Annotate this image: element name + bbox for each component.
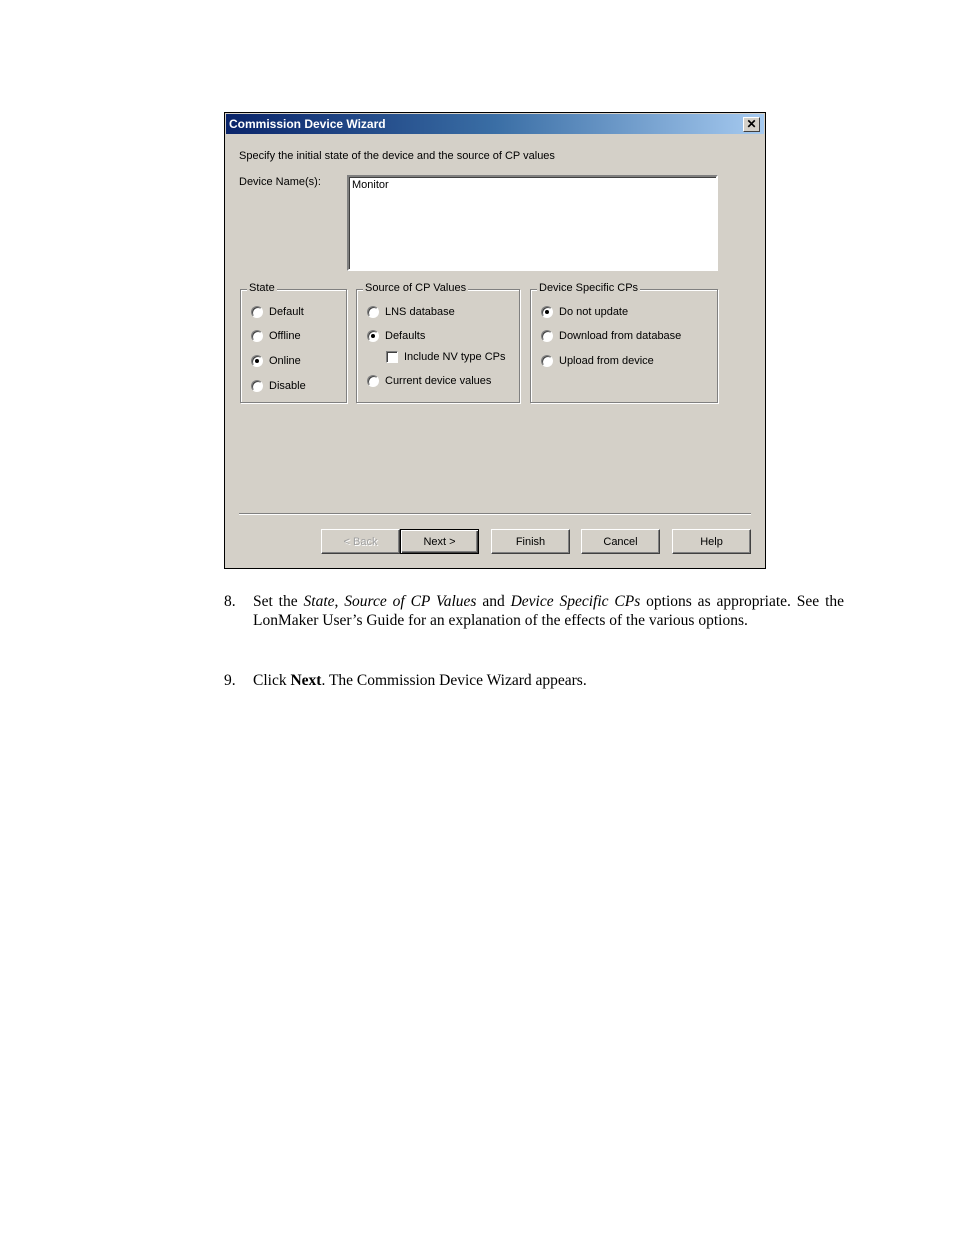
radio-label: Disable <box>269 380 306 392</box>
radio-icon <box>541 330 553 342</box>
state-disable-radio[interactable]: Disable <box>251 380 306 392</box>
checkbox-icon <box>386 351 398 363</box>
state-default-radio[interactable]: Default <box>251 306 304 318</box>
radio-label: Offline <box>269 330 301 342</box>
radio-label: Online <box>269 355 301 367</box>
source-lns-database-radio[interactable]: LNS database <box>367 306 455 318</box>
device-cps-download-radio[interactable]: Download from database <box>541 330 681 342</box>
radio-label: Download from database <box>559 330 682 342</box>
radio-label: Default <box>269 306 304 318</box>
step-text: Click Next. The Commission Device Wizard… <box>253 672 587 689</box>
step-number: 9. <box>224 672 236 689</box>
include-nv-type-cps-checkbox[interactable]: Include NV type CPs <box>386 351 506 363</box>
radio-icon <box>367 306 379 318</box>
back-button[interactable]: < Back <box>321 529 400 554</box>
help-button[interactable]: Help <box>672 529 751 554</box>
device-names-value: Monitor <box>352 179 389 191</box>
radio-icon <box>251 306 263 318</box>
radio-label: Do not update <box>559 306 629 318</box>
radio-icon <box>367 375 379 387</box>
state-legend: State <box>247 282 277 294</box>
device-names-textarea[interactable]: Monitor <box>347 175 718 271</box>
step-text: Set the State, Source of CP Values and D… <box>253 593 845 629</box>
device-cps-upload-radio[interactable]: Upload from device <box>541 355 654 367</box>
checkbox-label: Include NV type CPs <box>404 351 506 363</box>
close-button[interactable]: ✕ <box>743 117 760 132</box>
step-number: 8. <box>224 593 236 610</box>
separator <box>239 513 751 515</box>
next-button[interactable]: Next > <box>400 529 479 554</box>
device-cps-legend: Device Specific CPs <box>537 282 641 294</box>
state-offline-radio[interactable]: Offline <box>251 330 301 342</box>
radio-icon <box>251 380 263 392</box>
source-defaults-radio[interactable]: Defaults <box>367 330 425 342</box>
radio-icon <box>251 330 263 342</box>
radio-icon <box>541 355 553 367</box>
finish-button[interactable]: Finish <box>491 529 570 554</box>
device-specific-cps-group: Device Specific CPs Do not update Downlo… <box>530 282 718 403</box>
radio-selected-icon <box>541 306 553 318</box>
step-9: 9. Click Next. The Commission Device Wiz… <box>224 671 844 690</box>
source-current-device-values-radio[interactable]: Current device values <box>367 375 491 387</box>
commission-device-wizard-dialog: Commission Device Wizard ✕ Specify the i… <box>224 112 766 569</box>
radio-selected-icon <box>251 355 263 367</box>
step-8: 8. Set the State, Source of CP Values an… <box>224 592 844 630</box>
device-cps-do-not-update-radio[interactable]: Do not update <box>541 306 628 318</box>
source-of-cp-values-group: Source of CP Values LNS database Default… <box>356 282 520 403</box>
device-names-label: Device Name(s): <box>239 176 321 188</box>
radio-label: LNS database <box>385 306 455 318</box>
dialog-title: Commission Device Wizard <box>229 117 386 131</box>
title-bar[interactable]: Commission Device Wizard ✕ <box>226 114 764 134</box>
radio-label: Upload from device <box>559 355 654 367</box>
instruction-text: Specify the initial state of the device … <box>239 150 555 162</box>
state-group: State Default Offline Online Disable <box>240 282 347 403</box>
radio-label: Current device values <box>385 375 492 387</box>
state-online-radio[interactable]: Online <box>251 355 301 367</box>
source-legend: Source of CP Values <box>363 282 469 294</box>
radio-label: Defaults <box>385 330 426 342</box>
cancel-button[interactable]: Cancel <box>581 529 660 554</box>
close-icon: ✕ <box>746 117 757 131</box>
radio-selected-icon <box>367 330 379 342</box>
